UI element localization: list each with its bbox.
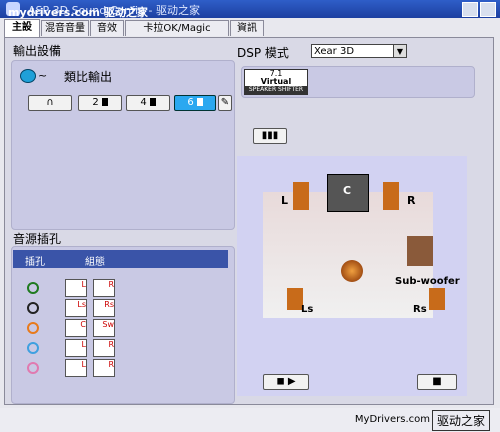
analog-jack-icon [20, 69, 36, 83]
jack-table-header: 插孔 組態 [13, 250, 228, 268]
jack-icon [27, 302, 39, 314]
front-left-speaker[interactable] [293, 182, 309, 210]
speaker-6-button[interactable]: 6 [174, 95, 216, 111]
speaker-2-label: 2 [92, 97, 99, 108]
output-section: ~ 類比輸出 ∩ 2 4 6 ✎ [11, 60, 235, 230]
dsp-label: DSP 模式 [237, 46, 289, 60]
rear-right-speaker[interactable] [429, 288, 445, 310]
jack-section-title: 音源插孔 [13, 232, 62, 246]
badge-bottom: SPEAKER SHIFTER [245, 86, 307, 94]
speaker-icon [149, 98, 156, 106]
jack-config-button[interactable]: L [65, 339, 87, 357]
speaker-icon [101, 98, 108, 106]
tab-mixer[interactable]: 混音音量 [41, 20, 89, 36]
label-ls: Ls [301, 304, 314, 315]
jack-icon [27, 362, 39, 374]
dsp-panel: 7.1 Virtual SPEAKER SHIFTER [241, 66, 475, 98]
jack-config-button[interactable]: L [65, 279, 87, 297]
output-section-title: 輸出設備 [13, 44, 62, 58]
dsp-mode-select[interactable]: Xear 3D ▼ [311, 44, 407, 58]
speaker-6-label: 6 [187, 97, 194, 108]
jack-config-button[interactable]: L [65, 359, 87, 377]
label-r: R [407, 194, 416, 207]
speaker-2-button[interactable]: 2 [78, 95, 122, 111]
jack-config-button[interactable]: R [93, 279, 115, 297]
label-l: L [281, 194, 289, 207]
headphone-icon: ∩ [46, 97, 54, 108]
label-c: C [343, 184, 352, 197]
status-bar: MyDrivers.com 驱动之家 [0, 408, 500, 432]
dsp-mode-value: Xear 3D [314, 46, 355, 57]
chevron-down-icon: ▼ [393, 45, 406, 57]
jack-config-button[interactable]: Ls [65, 299, 87, 317]
jack-config-button[interactable]: Sw [93, 319, 115, 337]
analog-output-label: 類比輸出 [64, 70, 113, 84]
watermark-logo: 驱动之家 [431, 410, 490, 431]
jack-config-button[interactable]: R [93, 359, 115, 377]
wrench-icon: ✎ [220, 97, 230, 108]
jack-section [11, 246, 235, 404]
speaker-4-button[interactable]: 4 [126, 95, 170, 111]
volume-bars-icon: ▮▮▮ [261, 130, 279, 141]
watermark-top: mydrivers.com 驱动之家 [8, 6, 148, 19]
speaker-4-label: 4 [140, 97, 147, 108]
jack-icon [27, 282, 39, 294]
watermark-mydrivers: MyDrivers.com [354, 414, 430, 425]
front-right-speaker[interactable] [383, 182, 399, 210]
tab-karaoke[interactable]: 卡拉OK/Magic Voice [125, 20, 229, 50]
jack-col-header: 插孔 [25, 257, 45, 268]
minimize-button[interactable] [462, 2, 478, 17]
play-test-button[interactable]: ◼ ▶ [263, 374, 309, 390]
config-col-header: 組態 [85, 257, 105, 268]
jack-config-button[interactable]: R [93, 339, 115, 357]
speaker-icon [196, 98, 203, 106]
listener-ball[interactable] [341, 260, 363, 282]
headphone-button[interactable]: ∩ [28, 95, 72, 111]
label-rs: Rs [413, 304, 427, 315]
label-subwoofer: Sub-woofer [395, 276, 460, 287]
speaker-room: C L R Sub-woofer Ls Rs [237, 156, 467, 396]
jack-config-button[interactable]: C [65, 319, 87, 337]
config-tool-button[interactable]: ✎ [218, 95, 232, 111]
tab-main[interactable]: 主設定 [4, 19, 40, 49]
badge-mid: Virtual [260, 77, 292, 86]
title-bar: ASP 3D Sound Config - 驱动之家 mydrivers.com… [0, 0, 500, 20]
volume-level-button[interactable]: ▮▮▮ [253, 128, 287, 144]
tab-info[interactable]: 資訊 [230, 20, 264, 36]
jack-icon [27, 322, 39, 334]
jack-icon [27, 342, 39, 354]
subwoofer-speaker[interactable] [407, 236, 433, 266]
waveform-icon: ~ [38, 69, 48, 82]
jack-config-button[interactable]: Rs [93, 299, 115, 317]
stop-button[interactable]: ■ [417, 374, 457, 390]
close-button[interactable] [480, 2, 496, 17]
virtual-7-1-badge[interactable]: 7.1 Virtual SPEAKER SHIFTER [244, 69, 308, 95]
tab-effects[interactable]: 音效 [90, 20, 124, 36]
stop-icon: ■ [432, 376, 442, 387]
window-controls [460, 2, 496, 20]
main-panel: 輸出設備 ~ 類比輸出 ∩ 2 4 6 ✎ 音源插孔 插孔 組態 L R Ls Rs C… [4, 37, 494, 405]
speaker-play-icon: ◼ ▶ [276, 376, 296, 387]
